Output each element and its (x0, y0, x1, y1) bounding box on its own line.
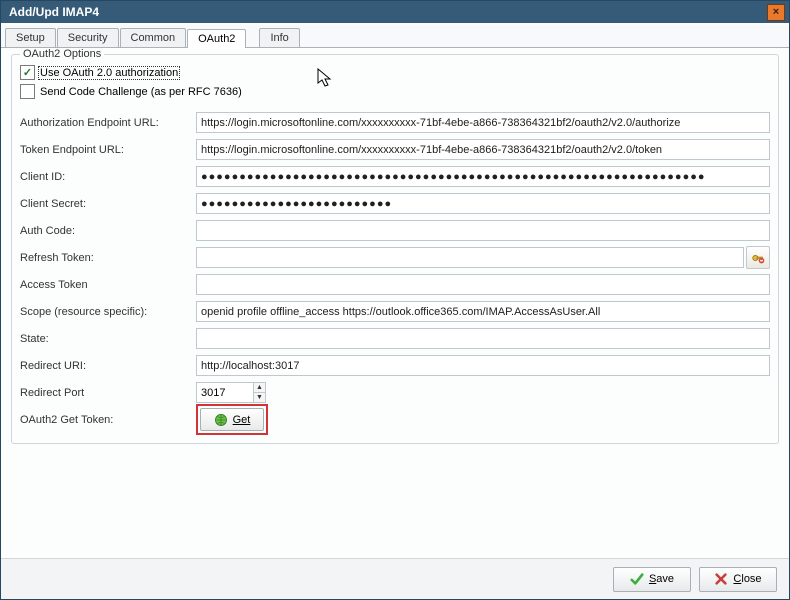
client-secret-label: Client Secret: (20, 198, 190, 210)
token-endpoint-label: Token Endpoint URL: (20, 144, 190, 156)
check-icon (630, 572, 644, 586)
scope-input[interactable] (196, 301, 770, 322)
auth-endpoint-input[interactable] (196, 112, 770, 133)
tab-oauth2[interactable]: OAuth2 (187, 29, 246, 48)
x-icon (714, 572, 728, 586)
oauth2-options-fieldset: OAuth2 Options Use OAuth 2.0 authorizati… (11, 54, 779, 444)
redirect-uri-label: Redirect URI: (20, 360, 190, 372)
redirect-port-label: Redirect Port (20, 387, 190, 399)
client-id-label: Client ID: (20, 171, 190, 183)
fieldset-legend: OAuth2 Options (20, 48, 104, 60)
auth-code-label: Auth Code: (20, 225, 190, 237)
close-button-rest: lose (741, 573, 761, 585)
auth-endpoint-label: Authorization Endpoint URL: (20, 117, 190, 129)
access-token-input[interactable] (196, 274, 770, 295)
scope-label: Scope (resource specific): (20, 306, 190, 318)
get-button-highlight: Get (196, 404, 268, 435)
get-button-text: Get (233, 414, 251, 426)
close-button[interactable]: Close (699, 567, 777, 592)
save-button-rest: ave (656, 573, 674, 585)
save-button[interactable]: Save (613, 567, 691, 592)
tab-strip: Setup Security Common OAuth2 Info (1, 25, 789, 48)
bottom-bar: Save Close (1, 558, 789, 599)
tab-common[interactable]: Common (120, 28, 187, 47)
code-challenge-label: Send Code Challenge (as per RFC 7636) (39, 86, 243, 98)
auth-code-input[interactable] (196, 220, 770, 241)
key-delete-icon (751, 251, 765, 265)
title-bar: Add/Upd IMAP4 (1, 1, 789, 23)
client-secret-input[interactable] (196, 193, 770, 214)
spinner-down-button[interactable]: ▼ (254, 393, 265, 402)
window-title: Add/Upd IMAP4 (5, 5, 99, 19)
tab-info[interactable]: Info (259, 28, 299, 47)
tab-setup[interactable]: Setup (5, 28, 56, 47)
get-token-button[interactable]: Get (200, 408, 264, 431)
content-area: OAuth2 Options Use OAuth 2.0 authorizati… (1, 48, 789, 558)
redirect-port-spinner[interactable]: ▲ ▼ (196, 382, 266, 403)
tab-security[interactable]: Security (57, 28, 119, 47)
globe-go-icon (214, 413, 228, 427)
token-endpoint-input[interactable] (196, 139, 770, 160)
redirect-port-input[interactable] (197, 383, 253, 402)
code-challenge-checkbox[interactable] (20, 84, 35, 99)
redirect-uri-input[interactable] (196, 355, 770, 376)
state-label: State: (20, 333, 190, 345)
refresh-token-label: Refresh Token: (20, 252, 190, 264)
use-oauth-label: Use OAuth 2.0 authorization (38, 66, 180, 80)
spinner-up-button[interactable]: ▲ (254, 383, 265, 393)
access-token-label: Access Token (20, 279, 190, 291)
use-oauth-checkbox[interactable] (20, 65, 35, 80)
refresh-token-clear-button[interactable] (746, 246, 770, 269)
client-id-input[interactable] (196, 166, 770, 187)
get-token-label: OAuth2 Get Token: (20, 414, 190, 426)
state-input[interactable] (196, 328, 770, 349)
refresh-token-input[interactable] (196, 247, 744, 268)
window-close-button[interactable] (767, 4, 785, 21)
